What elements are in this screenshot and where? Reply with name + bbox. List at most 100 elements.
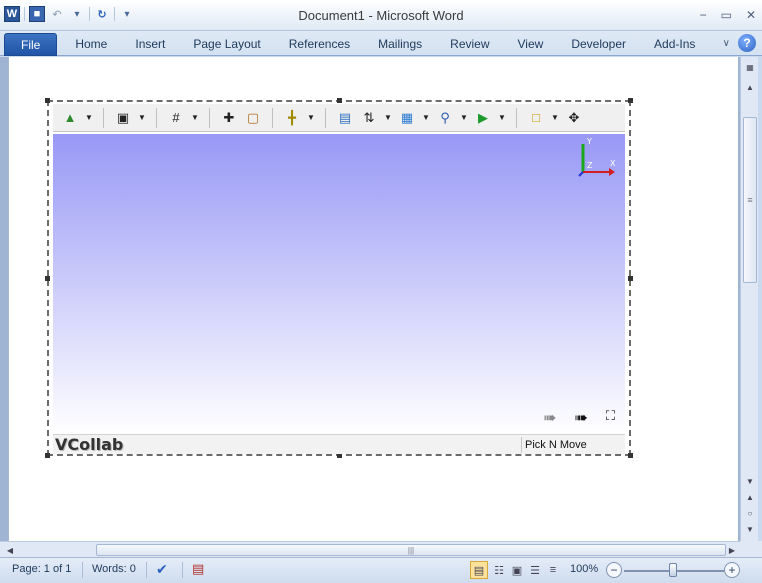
scroll-right-icon[interactable]: ▶ (724, 542, 740, 558)
vertical-scroll-thumb[interactable]: ≡ (743, 117, 757, 283)
document-area: ▲ ▼ ▣ ▼ # ▼ ✚ ▢ ╋ ▼ ▤ ⇅ ▼ ▦ ▼ ⚲ ▼ ▶ ▼ □ … (0, 57, 740, 541)
resize-handle-tr[interactable] (628, 98, 633, 103)
proofing-icon[interactable]: ✔ (156, 561, 168, 578)
horizontal-scrollbar[interactable]: ◀ ||| ▶ (0, 541, 740, 557)
toolbar-separator (156, 107, 157, 128)
embedded-vcollab-viewer[interactable]: ▲ ▼ ▣ ▼ # ▼ ✚ ▢ ╋ ▼ ▤ ⇅ ▼ ▦ ▼ ⚲ ▼ ▶ ▼ □ … (45, 98, 633, 458)
scroll-down-icon[interactable]: ▼ (741, 473, 759, 489)
zoom-level[interactable]: 100% (570, 563, 598, 575)
grid-dropdown-icon[interactable]: ▼ (189, 107, 201, 129)
legend-icon[interactable]: ⇅ (358, 107, 380, 129)
tab-view[interactable]: View (504, 33, 558, 56)
next-page-icon[interactable]: ▼ (741, 521, 759, 537)
tab-mailings[interactable]: Mailings (364, 33, 436, 56)
macro-recording-icon[interactable]: ▤ (192, 561, 204, 577)
tab-home[interactable]: Home (61, 33, 121, 56)
close-button[interactable]: ✕ (746, 8, 756, 22)
scroll-up-icon[interactable]: ▲ (741, 79, 759, 95)
collapse-ribbon-icon[interactable]: ∨ (723, 38, 730, 49)
word-count[interactable]: Words: 0 (92, 563, 136, 575)
resize-handle-tm[interactable] (337, 98, 342, 103)
tab-developer[interactable]: Developer (557, 33, 640, 56)
scrollbar-corner (740, 541, 762, 557)
legend-dropdown-icon[interactable]: ▼ (382, 107, 394, 129)
axis-triad-icon: Y Z X (578, 138, 616, 177)
tab-review[interactable]: Review (436, 33, 503, 56)
axis-y-label: Y (586, 138, 592, 146)
model-tree-icon[interactable]: ▲ (59, 107, 81, 129)
toolbar-separator (209, 107, 210, 128)
play-animation-icon[interactable]: ▶ (472, 107, 494, 129)
web-layout-view-icon[interactable]: ▣ (508, 561, 526, 579)
toolbar-separator (325, 107, 326, 128)
model-tree-dropdown-icon[interactable]: ▼ (83, 107, 95, 129)
axis-x-label: X (610, 159, 616, 168)
viewer-toolbar: ▲ ▼ ▣ ▼ # ▼ ✚ ▢ ╋ ▼ ▤ ⇅ ▼ ▦ ▼ ⚲ ▼ ▶ ▼ □ … (53, 104, 625, 132)
tab-add-ins[interactable]: Add-Ins (640, 33, 709, 56)
previous-arrow-icon[interactable]: ➠ (543, 408, 556, 428)
section-dropdown-icon[interactable]: ▼ (305, 107, 317, 129)
page-count[interactable]: Page: 1 of 1 (12, 563, 71, 575)
tab-page-layout[interactable]: Page Layout (179, 33, 274, 56)
notes-icon[interactable]: □ (525, 107, 547, 129)
restore-button[interactable]: ▭ (721, 8, 732, 22)
document-page[interactable]: ▲ ▼ ▣ ▼ # ▼ ✚ ▢ ╋ ▼ ▤ ⇅ ▼ ▦ ▼ ⚲ ▼ ▶ ▼ □ … (8, 57, 738, 541)
axis-z-label: Z (587, 161, 593, 170)
vertical-scrollbar[interactable]: ▦ ▲ ≡ ▼ ▲ ○ ▼ (740, 57, 758, 541)
scroll-left-icon[interactable]: ◀ (2, 542, 18, 558)
move-icon[interactable]: ✥ (563, 107, 585, 129)
resize-handle-mr[interactable] (628, 276, 633, 281)
minimize-button[interactable]: − (700, 8, 707, 22)
tab-file[interactable]: File (4, 33, 58, 56)
tab-insert[interactable]: Insert (121, 33, 179, 56)
resize-handle-ml[interactable] (45, 276, 50, 281)
explode-icon[interactable]: ✚ (218, 107, 240, 129)
ribbon: File Home Insert Page Layout References … (0, 31, 762, 56)
previous-page-icon[interactable]: ▲ (741, 489, 759, 505)
horizontal-scroll-thumb[interactable]: ||| (96, 544, 726, 556)
interaction-mode[interactable]: Pick N Move (521, 437, 621, 453)
status-separator (182, 562, 183, 578)
toolbar-separator (272, 107, 273, 128)
toolbar-separator (516, 107, 517, 128)
ruler-toggle-icon[interactable]: ▦ (741, 59, 759, 75)
status-separator (146, 562, 147, 578)
draft-view-icon[interactable]: ≡ (544, 561, 562, 579)
results-icon[interactable]: ▤ (334, 107, 356, 129)
status-separator (82, 562, 83, 578)
title-bar: W ■ ↶ ▾ ↻ ▾ Document1 - Microsoft Word −… (0, 0, 762, 31)
toolbar-separator (103, 107, 104, 128)
next-arrow-icon[interactable]: ➠ (574, 408, 587, 428)
window-title: Document1 - Microsoft Word (298, 8, 464, 23)
fit-view-icon[interactable]: ▣ (112, 107, 134, 129)
print-layout-view-icon[interactable]: ▤ (470, 561, 488, 579)
fit-view-dropdown-icon[interactable]: ▼ (136, 107, 148, 129)
3d-viewport[interactable]: Y Z X ➠ ➠ ⛶ (53, 134, 625, 434)
fullscreen-icon[interactable]: ⛶ (606, 408, 615, 428)
play-dropdown-icon[interactable]: ▼ (496, 107, 508, 129)
contour-dropdown-icon[interactable]: ▼ (420, 107, 432, 129)
ribbon-tabs: File Home Insert Page Layout References … (4, 33, 709, 56)
select-browse-object-icon[interactable]: ○ (741, 505, 759, 521)
section-icon[interactable]: ╋ (281, 107, 303, 129)
grid-icon[interactable]: # (165, 107, 187, 129)
ribbon-right-controls: ∨ ? (723, 34, 756, 52)
window-controls: − ▭ ✕ (700, 8, 756, 22)
probe-icon[interactable]: ⚲ (434, 107, 456, 129)
zoom-slider-knob[interactable] (669, 563, 677, 577)
resize-handle-tl[interactable] (45, 98, 50, 103)
resize-handle-br[interactable] (628, 453, 633, 458)
zoom-out-icon[interactable]: − (606, 562, 622, 578)
full-screen-reading-view-icon[interactable]: ☷ (490, 561, 508, 579)
tab-references[interactable]: References (275, 33, 364, 56)
contour-icon[interactable]: ▦ (396, 107, 418, 129)
probe-dropdown-icon[interactable]: ▼ (458, 107, 470, 129)
notes-dropdown-icon[interactable]: ▼ (549, 107, 561, 129)
cube-view-icon[interactable]: ▢ (242, 107, 264, 129)
resize-handle-bl[interactable] (45, 453, 50, 458)
status-bar: Page: 1 of 1 Words: 0 ✔ ▤ ▤ ☷ ▣ ☰ ≡ 100%… (0, 557, 762, 583)
outline-view-icon[interactable]: ☰ (526, 561, 544, 579)
vcollab-logo: VCollab (55, 435, 124, 454)
zoom-in-icon[interactable]: + (724, 562, 740, 578)
help-icon[interactable]: ? (738, 34, 756, 52)
